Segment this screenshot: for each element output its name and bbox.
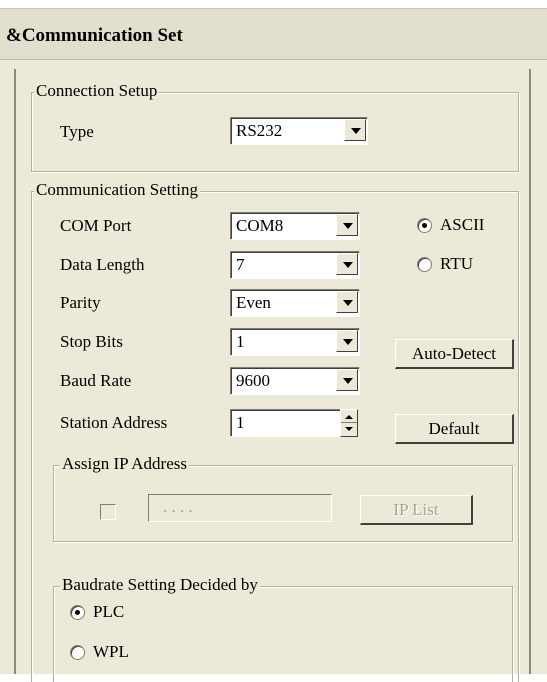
plc-radio[interactable] (70, 605, 85, 620)
connection-setup-legend: Connection Setup (34, 81, 160, 100)
default-button[interactable]: Default (395, 414, 514, 444)
stop-bits-select[interactable]: 1 (230, 328, 360, 356)
station-address-value: 1 (236, 413, 245, 432)
panel-left-edge (14, 69, 16, 674)
type-value: RS232 (236, 121, 283, 140)
wpl-label: WPL (93, 642, 129, 661)
com-port-select[interactable]: COM8 (230, 212, 360, 240)
parity-select[interactable]: Even (230, 289, 360, 317)
rtu-radio[interactable] (417, 257, 432, 272)
stop-bits-label: Stop Bits (60, 332, 123, 351)
assign-ip-checkbox[interactable] (100, 504, 116, 520)
auto-detect-button[interactable]: Auto-Detect (395, 339, 514, 369)
parity-value: Even (236, 293, 271, 312)
baudrate-setting-legend: Baudrate Setting Decided by (60, 575, 260, 594)
data-length-select[interactable]: 7 (230, 251, 360, 279)
stop-bits-dropdown-icon[interactable] (336, 330, 358, 352)
baud-rate-dropdown-icon[interactable] (336, 369, 358, 391)
ascii-radio[interactable] (417, 218, 432, 233)
parity-label: Parity (60, 293, 101, 312)
plc-label: PLC (93, 602, 125, 621)
wpl-radio[interactable] (70, 645, 85, 660)
type-select[interactable]: RS232 (230, 117, 368, 145)
ip-address-input[interactable]: . . . . (148, 494, 332, 522)
station-address-input[interactable]: 1 (230, 409, 342, 437)
assign-ip-legend: Assign IP Address (60, 454, 189, 473)
baud-rate-label: Baud Rate (60, 371, 132, 390)
baud-rate-select[interactable]: 9600 (230, 367, 360, 395)
parity-dropdown-icon[interactable] (336, 291, 358, 313)
ascii-label: ASCII (440, 215, 485, 234)
baudrate-setting-group (53, 586, 513, 682)
panel-right-edge (529, 69, 531, 674)
com-port-value: COM8 (236, 216, 284, 235)
data-length-dropdown-icon[interactable] (336, 253, 358, 275)
stop-bits-value: 1 (236, 332, 245, 351)
window-title: &Communication Set (6, 25, 183, 46)
data-length-label: Data Length (60, 255, 145, 274)
type-dropdown-icon[interactable] (344, 119, 366, 141)
data-length-value: 7 (236, 255, 245, 274)
com-port-label: COM Port (60, 216, 132, 235)
title-bar: &Communication Set (0, 9, 547, 60)
ip-list-button[interactable]: IP List (360, 495, 473, 525)
station-address-label: Station Address (60, 413, 168, 432)
com-port-dropdown-icon[interactable] (336, 214, 358, 236)
communication-setting-legend: Communication Setting (34, 180, 200, 199)
type-label: Type (60, 122, 94, 141)
baud-rate-value: 9600 (236, 371, 270, 390)
spin-divider (341, 422, 357, 423)
station-address-spinner[interactable] (340, 409, 358, 437)
communication-set-window: &Communication Set Connection Setup Type… (0, 8, 547, 682)
ip-address-placeholder: . . . . (163, 497, 193, 516)
rtu-label: RTU (440, 254, 473, 273)
